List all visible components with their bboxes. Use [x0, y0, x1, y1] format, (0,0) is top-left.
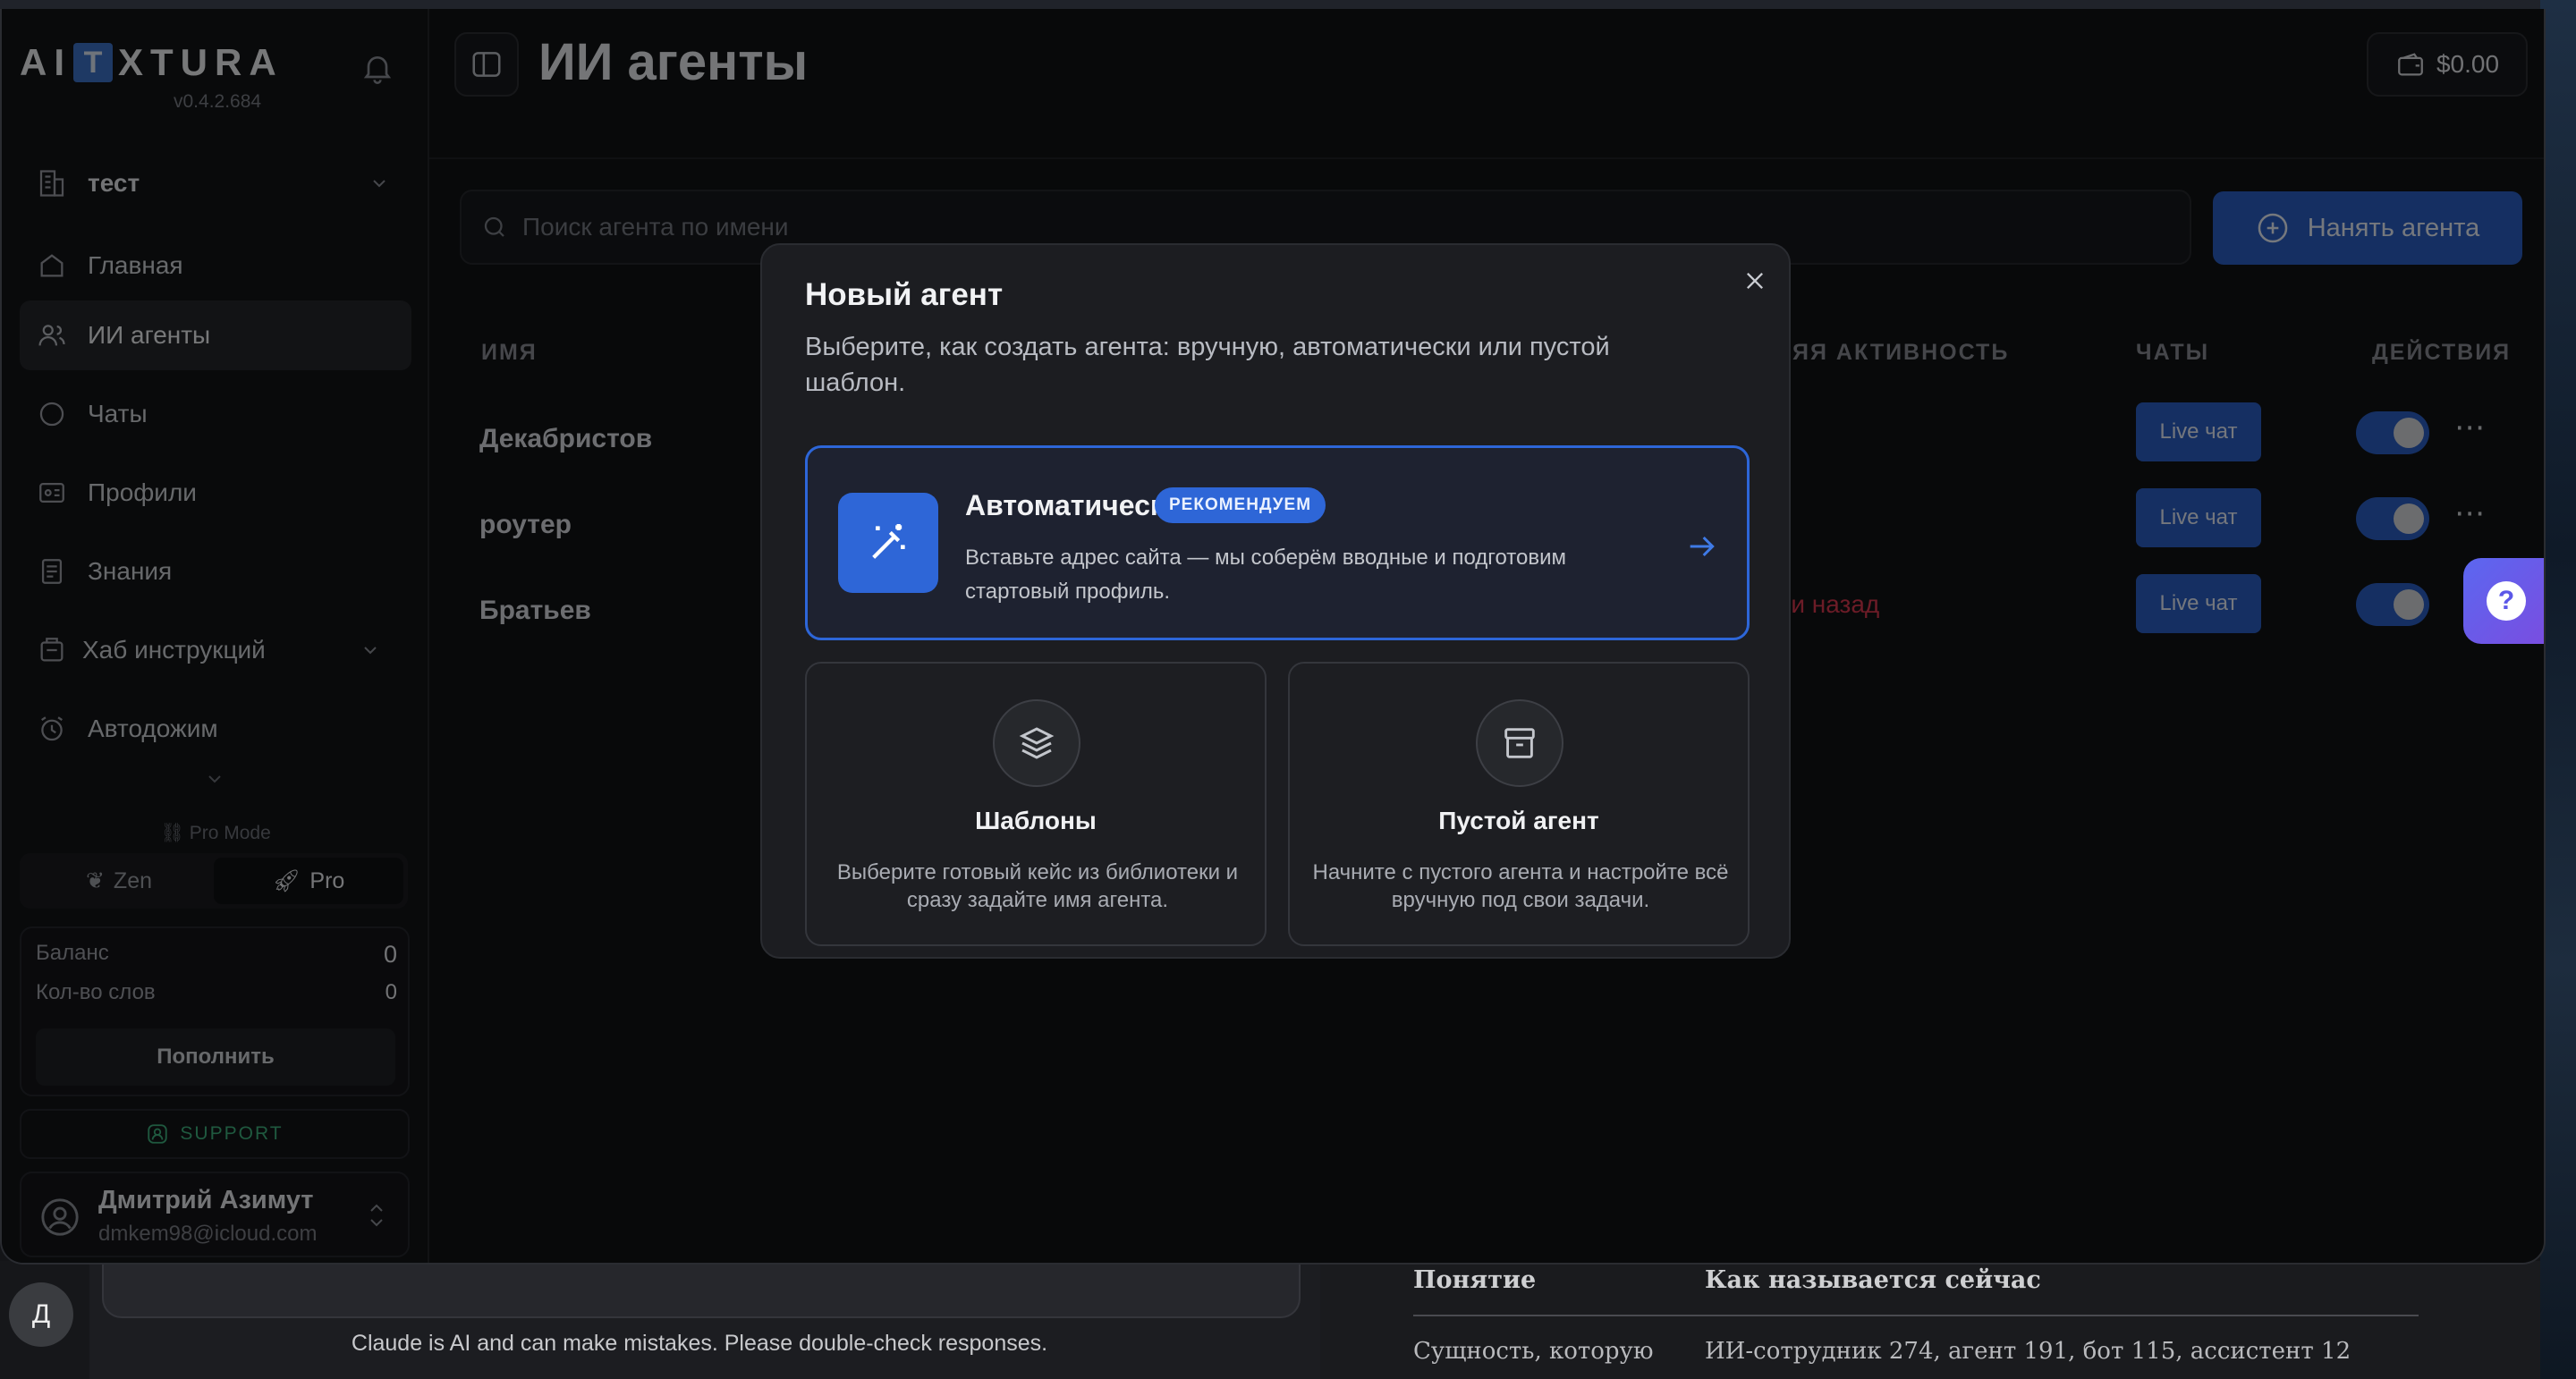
dialog-title: Новый агент	[805, 277, 1004, 312]
option-empty-agent[interactable]: Пустой агент Начните с пустого агента и …	[1288, 662, 1750, 946]
option-automatic-description: Вставьте адрес сайта — мы соберём вводны…	[965, 546, 1567, 604]
layers-icon	[993, 699, 1080, 787]
wallpaper-edge	[2540, 0, 2576, 1379]
option-templates-title: Шаблоны	[975, 807, 1097, 834]
doc-cell: Сущность, которую	[1413, 1338, 1654, 1365]
doc-cell: ИИ-сотрудник 274, агент 191, бот 115, ас…	[1705, 1338, 2351, 1365]
new-agent-dialog: Новый агент Выберите, как создать агента…	[760, 243, 1791, 959]
doc-divider	[1413, 1315, 2419, 1316]
option-automatic-title: Автоматически	[965, 489, 1182, 521]
arrow-right-icon	[1690, 536, 1715, 557]
background-avatar[interactable]: Д	[9, 1282, 73, 1347]
recommended-badge: РЕКОМЕНДУЕМ	[1155, 487, 1326, 523]
option-templates[interactable]: Шаблоны Выберите готовый кейс из библиот…	[805, 662, 1267, 946]
option-templates-description: Выберите готовый кейс из библиотеки и ср…	[836, 860, 1239, 912]
archive-box-icon	[1476, 699, 1563, 787]
background-disclaimer: Claude is AI and can make mistakes. Plea…	[351, 1331, 1048, 1356]
doc-column-header: Понятие	[1413, 1266, 1537, 1294]
app-window: AITXTURA v0.4.2.684 тест Главная ИИ аген…	[0, 9, 2546, 1265]
close-icon[interactable]	[1742, 268, 1767, 293]
option-empty-description: Начните с пустого агента и настройте всё…	[1312, 860, 1729, 912]
dialog-subtitle: Выберите, как создать агента: вручную, а…	[805, 333, 1610, 397]
help-button[interactable]: ?	[2463, 558, 2544, 644]
question-icon: ?	[2487, 581, 2526, 621]
option-empty-title: Пустой агент	[1438, 807, 1599, 834]
option-automatic[interactable]: Автоматически РЕКОМЕНДУЕМ Вставьте адрес…	[805, 445, 1750, 640]
doc-column-header: Как называется сейчас	[1705, 1266, 2041, 1294]
background-document: Понятие Как называется сейчас Сущность, к…	[1320, 1261, 2540, 1379]
magic-wand-icon	[838, 493, 938, 593]
